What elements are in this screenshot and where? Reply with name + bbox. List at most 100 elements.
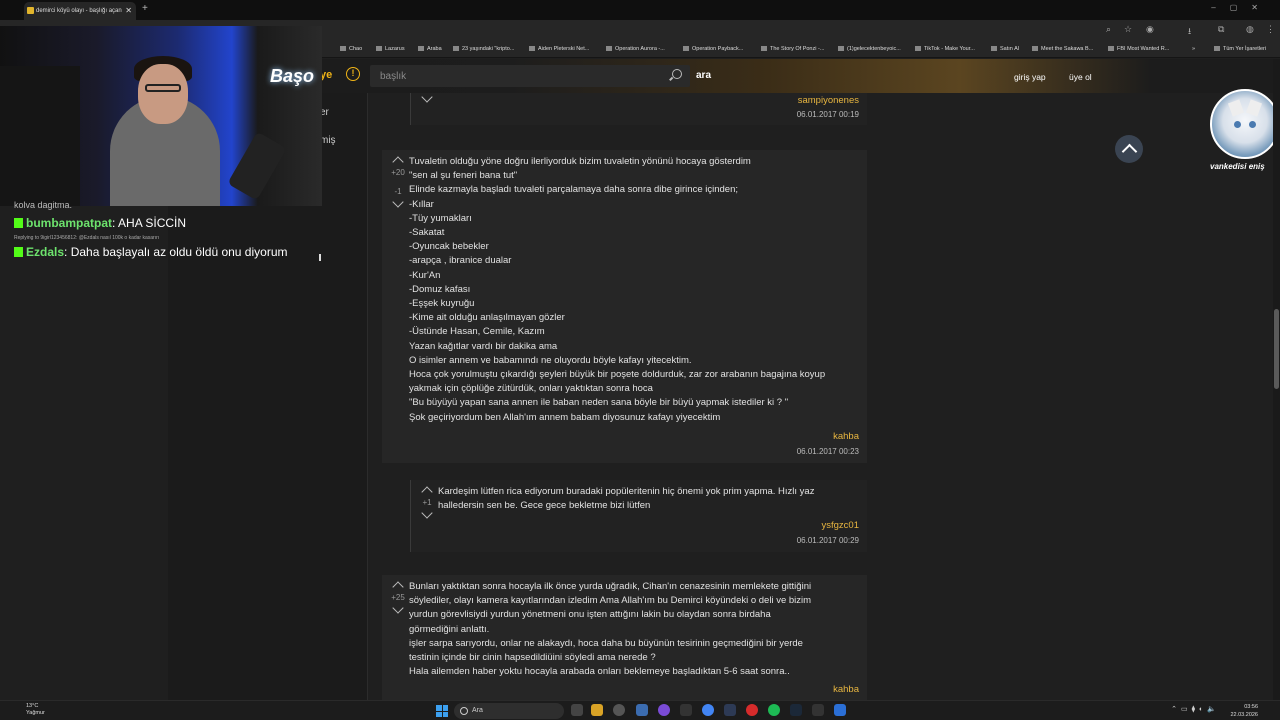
entry-author[interactable]: kahba (833, 684, 859, 695)
vote-control (419, 91, 435, 103)
task-view-icon[interactable] (571, 704, 583, 716)
chat-message: bumbampatpat: AHA SİCCİN (14, 216, 186, 230)
downvote-icon[interactable] (392, 196, 404, 208)
scrollbar-thumb[interactable] (1274, 309, 1279, 389)
all-bookmarks[interactable]: Tüm Yer İşaretleri (1214, 46, 1266, 52)
tab-title: demirci köyü olayı - başlığı açan (36, 8, 122, 14)
new-tab-icon[interactable]: + (142, 3, 148, 14)
entry-line: -Domuz kafası (409, 283, 471, 295)
weather-desc: Yağmur (26, 710, 45, 716)
file-explorer-icon[interactable] (591, 704, 603, 716)
zoom-icon[interactable]: ⌕ (1106, 24, 1111, 35)
bookmark[interactable]: 23 yaşındaki "kripto... (453, 46, 514, 52)
entry-author[interactable]: kahba (833, 431, 859, 442)
entry-line: -Kur'An (409, 269, 441, 281)
puzzle-icon[interactable]: ⧉ (1218, 24, 1224, 35)
text-cursor (319, 254, 321, 261)
app-icon[interactable] (658, 704, 670, 716)
close-tab-icon[interactable]: ✕ (125, 2, 132, 20)
clock-date: 22.03.2026 (1230, 712, 1258, 718)
bookmark[interactable]: Satın Al (991, 46, 1019, 52)
entry-line: "Bu büyüyü yapan sana annen ile baban ne… (409, 397, 789, 409)
search-input[interactable] (370, 65, 670, 87)
scroll-to-top-button[interactable] (1115, 135, 1143, 163)
more-bookmarks-icon[interactable]: » (1192, 46, 1195, 52)
entry: +25 Bunları yaktıktan sonra hocayla ilk … (382, 575, 867, 700)
kick-icon (14, 247, 23, 257)
info-icon[interactable]: ! (346, 67, 360, 81)
app-icon[interactable] (680, 704, 692, 716)
search-icon[interactable] (672, 69, 682, 79)
extension-icon[interactable]: ◉ (1146, 24, 1154, 35)
app-icon[interactable] (613, 704, 625, 716)
upvote-icon[interactable] (392, 581, 404, 593)
sidebar-item[interactable]: miş (320, 135, 336, 146)
login-link[interactable]: giriş yap (1014, 72, 1046, 82)
downvote-icon[interactable] (392, 602, 404, 614)
taskbar: 13°C Yağmur Ara ⌃▭⧫◐🔈 03:56 22.03.2026 (0, 700, 1280, 720)
star-icon[interactable]: ☆ (1124, 24, 1132, 35)
entry-author[interactable]: ysfgzc01 (822, 520, 860, 531)
spotify-icon[interactable] (768, 704, 780, 716)
app-icon[interactable] (636, 704, 648, 716)
scrollbar[interactable] (1273, 59, 1280, 700)
entry-line: Yazan kağıtlar vardı bir dakika ama (409, 340, 558, 352)
entry-author[interactable]: sampiyonenes (798, 95, 859, 106)
menu-icon[interactable]: ⋮ (1266, 24, 1275, 35)
microphone-icon (227, 131, 287, 201)
downvote-icon[interactable] (421, 91, 433, 103)
bookmark[interactable]: FBI Most Wanted R... (1108, 46, 1169, 52)
entry-line: Hoca çok yorulmuştu çıkardığı şeyleri bü… (409, 369, 826, 381)
bookmark[interactable]: Aiden Pleterski Net... (529, 46, 589, 52)
clock[interactable]: 03:56 22.03.2026 (1230, 703, 1258, 719)
avatar-label: vankedisi eniş (1210, 162, 1265, 171)
bookmark[interactable]: Meet the Sakawa B... (1032, 46, 1093, 52)
weather-temp: 13°C (26, 703, 39, 709)
entry-line: testinin içinde bir cinin hapsedildiüini… (409, 652, 656, 664)
entry-line: -Sakatat (409, 227, 445, 239)
app-icon[interactable] (834, 704, 846, 716)
neon-sign: Başo (270, 66, 315, 86)
bookmark[interactable]: Chao (340, 46, 362, 52)
profile-icon[interactable]: ◍ (1246, 24, 1254, 35)
register-link[interactable]: üye ol (1069, 72, 1092, 82)
app-icon[interactable] (812, 704, 824, 716)
browser-tab[interactable]: demirci köyü olayı - başlığı açan ✕ (24, 2, 136, 20)
vote-control: +25 (390, 580, 406, 614)
entry-line: -arapça , ibranice dualar (409, 255, 512, 267)
entry-line: Şok geçiriyordum ben Allah'ım annem baba… (409, 411, 721, 423)
window-controls[interactable]: –▢✕ (1211, 3, 1272, 12)
entry-line: -Eşşek kuyruğu (409, 298, 475, 310)
app-icon[interactable] (724, 704, 736, 716)
app-icon[interactable] (746, 704, 758, 716)
chrome-icon[interactable] (702, 704, 714, 716)
bookmark[interactable]: (1)gelecektenbeyoic... (838, 46, 901, 52)
system-tray[interactable]: ⌃▭⧫◐🔈 (1171, 705, 1220, 713)
search-box (370, 65, 690, 87)
chat-cut-line: kolva dagitma. (14, 200, 73, 210)
bookmark[interactable]: Operation Aurora -... (606, 46, 665, 52)
bookmark[interactable]: The Story Of Ponzi -... (761, 46, 824, 52)
entry-line: Hala ailemden haber yoktu hocayla arabad… (409, 666, 790, 678)
start-button[interactable] (436, 705, 448, 717)
downvote-icon[interactable] (421, 507, 433, 519)
steam-icon[interactable] (790, 704, 802, 716)
upvote-icon[interactable] (421, 486, 433, 498)
entry-date[interactable]: 06.01.2017 00:23 (797, 447, 859, 456)
entry-line: yurdun görevlisiydi yurdun yönetmeni onu… (409, 609, 771, 621)
clock-time: 03:56 (1244, 704, 1258, 710)
upvote-icon[interactable] (392, 156, 404, 168)
weather-widget[interactable]: 13°C Yağmur (10, 703, 45, 717)
entry: +1 Kardeşim lütfen rica ediyorum buradak… (410, 480, 867, 552)
bookmark[interactable]: TikTok - Make Your... (915, 46, 975, 52)
entry-date[interactable]: 06.01.2017 00:29 (797, 536, 859, 545)
bookmark[interactable]: Araba (418, 46, 442, 52)
vote-count: +25 (391, 593, 405, 602)
download-icon[interactable]: ⭳ (1188, 24, 1191, 40)
search-button[interactable]: ara (696, 70, 711, 81)
bookmark[interactable]: Operation Payback... (683, 46, 743, 52)
bookmark[interactable]: Lazarus (376, 46, 405, 52)
taskbar-search[interactable]: Ara (454, 703, 564, 719)
entry-date[interactable]: 06.01.2017 00:19 (797, 110, 859, 119)
chat-message: Ezdals: Daha başlayalı az oldu öldü onu … (14, 245, 288, 259)
